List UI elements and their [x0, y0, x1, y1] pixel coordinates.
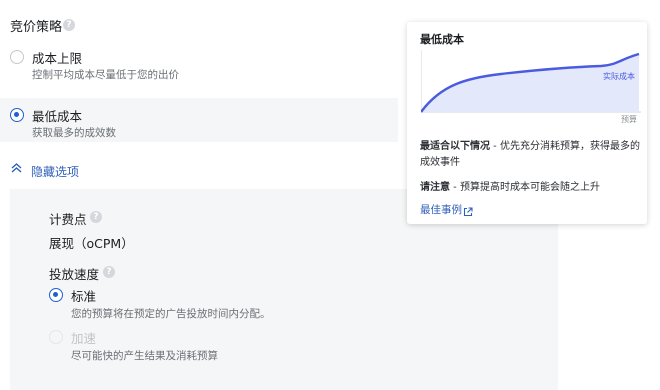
- help-icon[interactable]: ?: [90, 211, 102, 223]
- section-title: 竞价策略: [10, 20, 63, 35]
- radio-cost-cap[interactable]: [10, 50, 24, 64]
- card-title: 最低成本: [420, 33, 464, 46]
- best-practice-link[interactable]: 最佳事例: [420, 202, 462, 217]
- external-link-icon[interactable]: [463, 202, 473, 221]
- card-note-1: 最适合以下情况 - 优先充分消耗预算，获得最多的 成效事件: [420, 141, 640, 168]
- option-cost-cap-title[interactable]: 成本上限: [32, 48, 82, 67]
- help-icon[interactable]: ?: [103, 266, 115, 278]
- curve-label: 实际成本: [603, 72, 635, 81]
- delivery-accelerated-desc: 尽可能快的产生结果及消耗预算: [71, 350, 218, 362]
- delivery-accelerated-title[interactable]: 加速: [71, 328, 96, 347]
- cost-curve-chart: [421, 50, 641, 113]
- option-cost-cap-desc: 控制平均成本尽量低于您的出价: [32, 69, 179, 81]
- info-card: 最低成本 实际成本 预算 最适合以下情况 - 优先充分消耗预算，获得最多的 成效事…: [407, 22, 647, 224]
- option-lowest-cost-title[interactable]: 最低成本: [32, 106, 82, 125]
- radio-standard[interactable]: [49, 288, 63, 302]
- option-lowest-cost-desc: 获取最多的成效数: [32, 127, 116, 139]
- radio-accelerated[interactable]: [49, 330, 63, 344]
- radio-lowest-cost[interactable]: [10, 108, 24, 122]
- billing-label: 计费点: [49, 212, 87, 227]
- chevron-up-icon[interactable]: [11, 162, 22, 176]
- card-note-2: 请注意 - 预算提高时成本可能会随之上升: [420, 182, 600, 193]
- delivery-label: 投放速度: [49, 267, 100, 282]
- billing-value: 展现（oCPM）: [49, 236, 134, 251]
- delivery-standard-title[interactable]: 标准: [71, 286, 96, 305]
- axis-label: 预算: [621, 115, 637, 124]
- delivery-standard-desc: 您的预算将在预定的广告投放时间内分配。: [71, 308, 271, 320]
- hide-options-link[interactable]: 隐藏选项: [31, 163, 79, 180]
- help-icon[interactable]: ?: [63, 19, 75, 31]
